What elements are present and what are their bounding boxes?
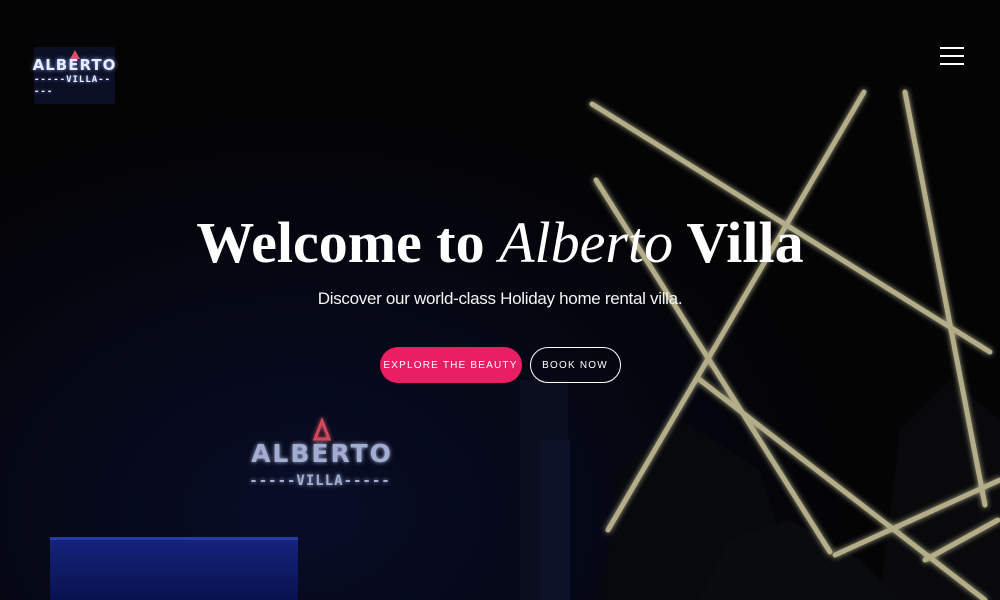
book-now-button[interactable]: BOOK NOW bbox=[529, 347, 621, 383]
menu-line bbox=[940, 63, 964, 65]
hero-section: ALBERTO -----VILLA----- ALBERTO -----VIL… bbox=[0, 0, 1000, 600]
explore-button[interactable]: EXPLORE THE BEAUTY bbox=[379, 347, 522, 383]
logo-text: ALBERTO bbox=[32, 55, 117, 74]
hero-buttons: EXPLORE THE BEAUTY BOOK NOW bbox=[0, 347, 1000, 383]
site-logo[interactable]: ALBERTO -----VILLA----- bbox=[32, 47, 117, 104]
hero-content: Welcome to Alberto Villa Discover our wo… bbox=[0, 208, 1000, 383]
hero-subtitle: Discover our world-class Holiday home re… bbox=[317, 289, 683, 308]
hero-title: Welcome to Alberto Villa bbox=[0, 208, 1000, 278]
hero-title-prefix: Welcome to bbox=[196, 210, 500, 275]
logo-subtext: -----VILLA----- bbox=[34, 74, 112, 97]
menu-line bbox=[940, 47, 964, 49]
hero-title-italic: Alberto bbox=[499, 210, 674, 275]
hero-title-suffix: Villa bbox=[673, 210, 804, 275]
menu-line bbox=[940, 55, 964, 57]
hamburger-menu-icon[interactable] bbox=[938, 44, 966, 68]
